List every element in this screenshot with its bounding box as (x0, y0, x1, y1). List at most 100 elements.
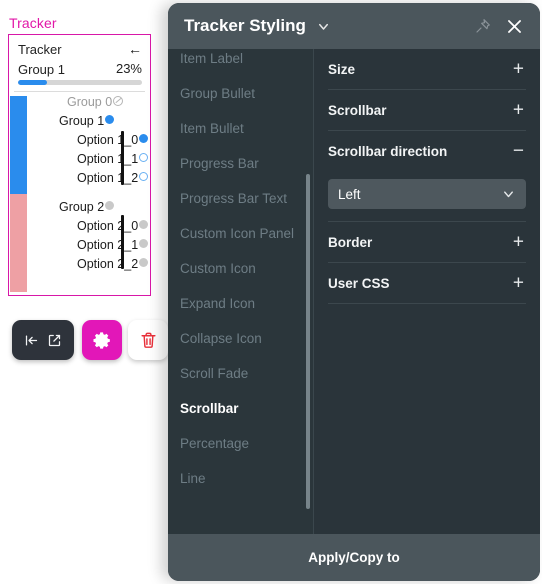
accordion-header-scrollbar[interactable]: Scrollbar + (328, 90, 526, 131)
tracker-item-label: Group 1 (59, 114, 105, 128)
tracker-item-label: Option 1_2 (77, 171, 139, 185)
item-bullet-icon (139, 258, 149, 268)
arrow-to-line-left-icon[interactable] (24, 333, 39, 348)
expand-toggle-icon[interactable]: + (513, 274, 524, 293)
tracker-group-label: Group 1 (18, 62, 65, 77)
nav-item-item-label[interactable]: Item Label (168, 49, 313, 76)
settings-button[interactable] (82, 320, 122, 360)
tracker-tree-item[interactable]: Option 1_2 (33, 169, 149, 188)
accordion-label: Scrollbar direction (328, 143, 448, 159)
arrow-left-icon[interactable]: ← (128, 41, 142, 57)
app-root: Tracker Tracker ← Group 1 23% Group 0 Gr… (0, 0, 542, 584)
tracker-tree-item[interactable]: Option 1_1 (33, 150, 149, 169)
check-circle-icon (113, 95, 124, 106)
expand-toggle-icon[interactable]: + (513, 233, 524, 252)
item-bullet-icon (105, 115, 115, 125)
external-link-icon[interactable] (47, 333, 62, 348)
tracker-progress-fill (18, 80, 47, 85)
tracker-tree-item[interactable]: Option 2_0 (33, 217, 149, 236)
nav-item-custom-icon[interactable]: Custom Icon (168, 251, 313, 286)
nav-item-collapse-icon[interactable]: Collapse Icon (168, 321, 313, 356)
accordion-content: Left (328, 171, 526, 222)
tracker-header-title: Tracker (18, 42, 62, 57)
expand-toggle-icon[interactable]: + (513, 60, 524, 79)
nav-item-progress-bar[interactable]: Progress Bar (168, 146, 313, 181)
accordion-header-scrollbar-direction[interactable]: Scrollbar direction − (328, 131, 526, 171)
dialog-body: Item Label Group Bullet Item Bullet Progres… (168, 49, 540, 534)
tracker-header: Tracker ← Group 1 23% (9, 35, 150, 90)
item-bullet-icon (139, 220, 149, 230)
tracker-item-label: Option 1_1 (77, 152, 139, 166)
dialog-header: Tracker Styling (168, 3, 540, 49)
nav-item-percentage[interactable]: Percentage (168, 426, 313, 461)
nav-scrollbar[interactable] (306, 174, 310, 509)
nav-item-line[interactable]: Line (168, 461, 313, 496)
tracker-body: Group 0 Group 1 Option 1_0 Option 1_1 Option… (9, 93, 150, 295)
accordion-header-user-css[interactable]: User CSS + (328, 263, 526, 304)
tracker-nav-button-group[interactable] (12, 320, 74, 360)
item-bullet-icon (105, 201, 115, 211)
accordion-label: Size (328, 61, 356, 77)
nav-item-custom-icon-panel[interactable]: Custom Icon Panel (168, 216, 313, 251)
dialog-title: Tracker Styling (184, 16, 306, 35)
tracker-item-label: Option 2_1 (77, 238, 139, 252)
tracker-tree-item[interactable]: Option 1_0 (33, 131, 149, 150)
group2-scrollbar[interactable] (121, 215, 124, 269)
tree-gap (33, 188, 146, 198)
tracker-item-label: Option 2_0 (77, 219, 139, 233)
scrollbar-segment-top (10, 96, 27, 194)
tracker-item-label: Group 2 (59, 200, 105, 214)
item-bullet-icon (139, 172, 149, 182)
dialog-settings-panel: Size + Scrollbar + Scrollbar direction − Left B… (314, 49, 540, 534)
nav-item-item-bullet[interactable]: Item Bullet (168, 111, 313, 146)
tracker-widget-area: Tracker Tracker ← Group 1 23% Group 0 Gr… (0, 0, 168, 584)
tracker-item-label: Option 2_2 (77, 257, 139, 271)
scrollbar-segment-bottom (10, 194, 27, 292)
tracker-percent-label: 23% (115, 61, 142, 76)
tracker-styling-dialog: Tracker Styling Item Label Group Bullet … (168, 3, 540, 581)
tracker-tree-item[interactable]: Group 2 (33, 198, 146, 217)
accordion-header-border[interactable]: Border + (328, 222, 526, 263)
pin-icon[interactable] (475, 18, 491, 34)
tracker-tree-item[interactable]: Option 2_2 (33, 255, 149, 274)
chevron-down-icon (501, 187, 516, 202)
group1-scrollbar[interactable] (121, 131, 124, 185)
tracker-tree-item[interactable]: Group 1 (33, 112, 146, 131)
nav-item-progress-bar-text[interactable]: Progress Bar Text (168, 181, 313, 216)
close-icon[interactable] (505, 17, 524, 36)
tracker-left-scrollbar[interactable] (10, 96, 27, 292)
tracker-section-title: Tracker (9, 15, 57, 31)
accordion-header-size[interactable]: Size + (328, 49, 526, 90)
chevron-down-icon[interactable] (316, 19, 331, 34)
tracker-panel: Tracker ← Group 1 23% Group 0 Group 1 Opti… (8, 34, 151, 296)
nav-item-expand-icon[interactable]: Expand Icon (168, 286, 313, 321)
tracker-header-row-group: Group 1 23% (18, 61, 142, 77)
select-value: Left (338, 186, 361, 202)
tracker-item-label: Group 0 (67, 95, 113, 109)
item-bullet-icon (139, 239, 149, 249)
tracker-tree-item[interactable]: Option 2_1 (33, 236, 149, 255)
tracker-item-tree: Group 0 Group 1 Option 1_0 Option 1_1 Option… (33, 93, 149, 295)
tracker-progress-bar (18, 80, 142, 85)
accordion-label: Border (328, 234, 373, 250)
accordion-label: User CSS (328, 275, 390, 291)
dialog-nav-list: Item Label Group Bullet Item Bullet Progres… (168, 49, 313, 496)
gear-icon (92, 330, 113, 351)
tracker-tree-item[interactable]: Group 0 (33, 93, 146, 112)
item-bullet-icon (139, 153, 149, 163)
tracker-divider (14, 91, 145, 92)
nav-item-scrollbar[interactable]: Scrollbar (168, 391, 313, 426)
nav-item-group-bullet[interactable]: Group Bullet (168, 76, 313, 111)
delete-button[interactable] (128, 320, 168, 360)
trash-icon (139, 331, 158, 350)
tracker-header-row-title: Tracker ← (18, 41, 142, 59)
dialog-footer[interactable]: Apply/Copy to (168, 534, 540, 581)
tracker-toolbar (12, 320, 168, 364)
expand-toggle-icon[interactable]: + (513, 101, 524, 120)
apply-copy-to-button[interactable]: Apply/Copy to (308, 550, 400, 565)
scrollbar-direction-select[interactable]: Left (328, 179, 526, 209)
nav-item-scroll-fade[interactable]: Scroll Fade (168, 356, 313, 391)
collapse-toggle-icon[interactable]: − (513, 142, 524, 161)
accordion-label: Scrollbar (328, 102, 387, 118)
item-bullet-icon (139, 134, 149, 144)
